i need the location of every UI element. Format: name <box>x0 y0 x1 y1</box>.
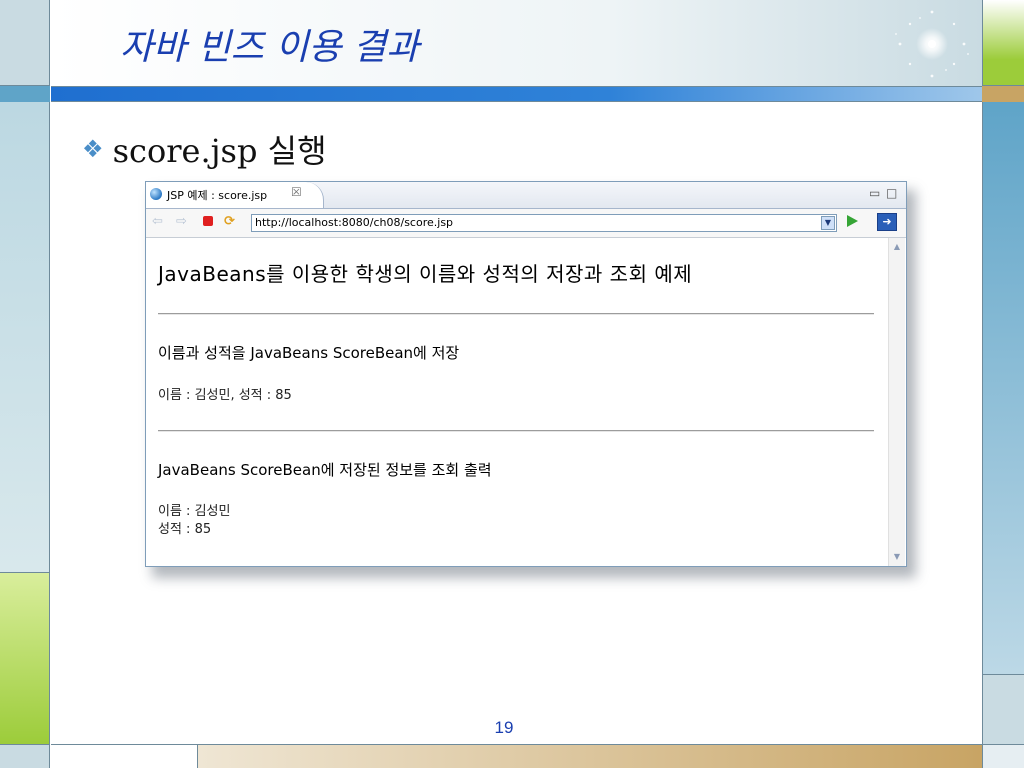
left-green-block <box>0 572 50 744</box>
section1-text: 이름 : 김성민, 성적 : 85 <box>158 388 292 403</box>
page-number: 19 <box>494 718 514 737</box>
page-content: JavaBeans를 이용한 학생의 이름와 성적의 저장과 조회 예제 이름과… <box>146 238 888 566</box>
tab-score-jsp[interactable]: JSP 예제 : score.jsp ☒ <box>146 182 324 208</box>
right-grey-block <box>982 674 1024 744</box>
globe-icon <box>150 188 162 200</box>
right-teal-block <box>982 102 1024 674</box>
left-teal-block <box>0 102 50 572</box>
right-tan-strip <box>982 86 1024 102</box>
bullet-text: score.jsp 실행 <box>112 132 327 170</box>
content-title: JavaBeans를 이용한 학생의 이름와 성적의 저장과 조회 예제 <box>158 262 693 286</box>
divider-1 <box>158 313 874 315</box>
section2-score: 성적 : 85 <box>158 522 212 537</box>
section2-name: 이름 : 김성민 <box>158 504 231 519</box>
scroll-up-icon[interactable]: ▲ <box>890 239 904 255</box>
left-top-block <box>0 0 50 86</box>
tab-bar: JSP 예제 : score.jsp ☒ ▭ □ <box>146 182 906 209</box>
footer-left-segment <box>51 744 197 768</box>
left-bottom-block <box>0 744 50 768</box>
divider-2 <box>158 430 874 432</box>
tab-close-icon[interactable]: ☒ <box>291 185 302 199</box>
url-input[interactable]: http://localhost:8080/ch08/score.jsp ▼ <box>251 214 837 232</box>
url-text: http://localhost:8080/ch08/score.jsp <box>255 216 454 229</box>
browser-window: JSP 예제 : score.jsp ☒ ▭ □ ⇦ ⇨ ⟳ http://lo… <box>145 181 907 567</box>
bullet-item: ❖ score.jsp 실행 <box>82 126 327 172</box>
diamond-bullet-icon: ❖ <box>82 135 104 163</box>
browser-toolbar: ⇦ ⇨ ⟳ http://localhost:8080/ch08/score.j… <box>146 209 906 238</box>
back-arrow-icon[interactable]: ⇦ <box>152 214 163 230</box>
maximize-icon[interactable]: □ <box>886 186 897 200</box>
minimize-icon[interactable]: ▭ <box>869 186 880 200</box>
vertical-scrollbar[interactable]: ▲ ▼ <box>888 238 905 566</box>
header-divider-bar <box>51 86 982 102</box>
section1-heading: 이름과 성적을 JavaBeans ScoreBean에 저장 <box>158 344 460 362</box>
footer-tan-bar <box>197 744 982 768</box>
url-dropdown-icon[interactable]: ▼ <box>821 216 835 230</box>
section2-heading: JavaBeans ScoreBean에 저장된 정보를 조회 출력 <box>158 461 492 479</box>
forward-arrow-icon[interactable]: ⇨ <box>176 214 187 230</box>
right-top-green-block <box>982 0 1024 86</box>
go-icon[interactable] <box>847 215 858 227</box>
right-bottom-block <box>982 744 1024 768</box>
refresh-icon[interactable]: ⟳ <box>224 214 235 230</box>
tab-label: JSP 예제 : score.jsp <box>167 189 268 202</box>
sparkle-icon <box>895 10 969 78</box>
left-blue-strip <box>0 86 50 102</box>
stop-icon[interactable] <box>203 216 213 226</box>
navigator-icon[interactable]: ➜ <box>877 213 897 231</box>
scroll-down-icon[interactable]: ▼ <box>890 549 904 565</box>
slide-title: 자바 빈즈 이용 결과 <box>120 27 420 68</box>
